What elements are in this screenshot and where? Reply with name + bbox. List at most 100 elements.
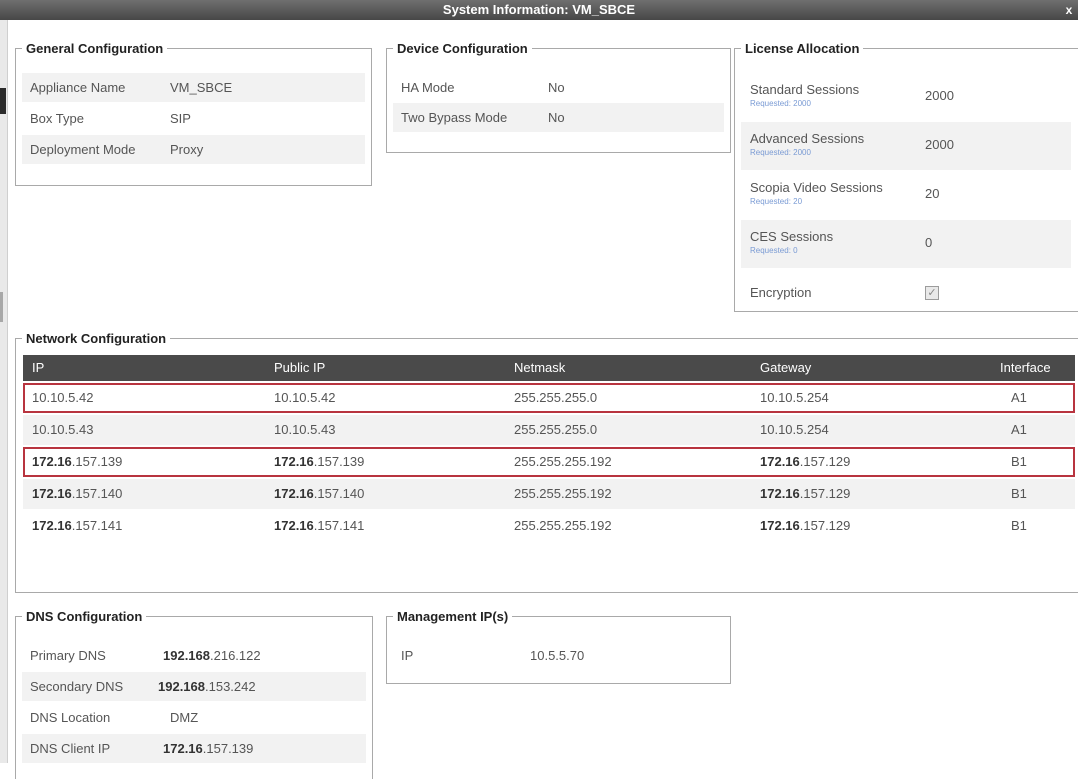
table-row[interactable]: 172.16.157.141 172.16.157.141 255.255.25… bbox=[23, 511, 1075, 541]
general-row-label: Appliance Name bbox=[30, 80, 126, 95]
license-value: 2000 bbox=[925, 137, 954, 152]
column-header-ip[interactable]: IP bbox=[32, 355, 44, 381]
cell-ip-suffix: 10.10.5.42 bbox=[32, 390, 94, 405]
general-configuration-panel: General Configuration Appliance Name VM_… bbox=[15, 41, 372, 186]
license-value: 2000 bbox=[925, 88, 954, 103]
encryption-row: Encryption ✓ bbox=[741, 269, 1071, 317]
general-row-value: Proxy bbox=[170, 142, 204, 157]
cell-public-ip-suffix: 10.10.5.43 bbox=[274, 422, 336, 437]
management-row-value: 10.5.5.70 bbox=[530, 648, 585, 663]
license-row: Standard Sessions Requested: 2000 2000 bbox=[741, 73, 1071, 121]
cell-public-ip: 172.16.157.139 bbox=[274, 447, 364, 477]
management-row: IP 10.5.5.70 bbox=[393, 641, 724, 670]
cell-ip-suffix: .157.141 bbox=[71, 518, 123, 533]
cell-ip: 10.10.5.43 bbox=[32, 415, 93, 445]
cell-gateway: 172.16.157.129 bbox=[760, 447, 850, 477]
general-row: Deployment Mode Proxy bbox=[22, 135, 365, 164]
general-row-label: Deployment Mode bbox=[30, 142, 136, 157]
dns-configuration-legend: DNS Configuration bbox=[26, 609, 143, 624]
cell-public-ip-suffix: .157.140 bbox=[313, 486, 365, 501]
table-row[interactable]: 172.16.157.140 172.16.157.140 255.255.25… bbox=[23, 479, 1075, 509]
cell-gateway: 172.16.157.129 bbox=[760, 479, 850, 509]
management-ip-legend: Management IP(s) bbox=[397, 609, 509, 624]
general-row-value: VM_SBCE bbox=[170, 80, 233, 95]
cell-interface: A1 bbox=[1011, 390, 1027, 405]
device-row: HA Mode No bbox=[393, 73, 724, 102]
left-edge-mark bbox=[0, 88, 6, 114]
cell-public-ip-suffix: 10.10.5.42 bbox=[274, 390, 336, 405]
cell-gateway-suffix: 10.10.5.254 bbox=[760, 390, 829, 405]
management-ip-panel: Management IP(s) IP 10.5.5.70 bbox=[386, 609, 731, 684]
device-row-value: No bbox=[548, 110, 565, 125]
close-icon[interactable]: x bbox=[1062, 0, 1076, 20]
dns-row-label: Secondary DNS bbox=[30, 679, 124, 694]
column-header-netmask[interactable]: Netmask bbox=[514, 355, 565, 381]
license-allocation-panel: License Allocation Standard Sessions Req… bbox=[734, 41, 1078, 312]
cell-public-ip-prefix: 172.16 bbox=[274, 486, 314, 501]
column-header-gateway[interactable]: Gateway bbox=[760, 355, 811, 381]
network-configuration-legend: Network Configuration bbox=[26, 331, 167, 346]
cell-netmask: 255.255.255.192 bbox=[514, 486, 612, 501]
dns-configuration-panel: DNS Configuration Primary DNS 192.168.21… bbox=[15, 609, 373, 779]
dns-value-suffix: .153.242 bbox=[205, 679, 256, 694]
license-value: 0 bbox=[925, 235, 933, 250]
cell-gateway-prefix: 172.16 bbox=[760, 454, 800, 469]
cell-gateway-suffix: .157.129 bbox=[799, 486, 851, 501]
cell-netmask: 255.255.255.0 bbox=[514, 390, 598, 405]
license-requested: Requested: 2000 bbox=[750, 148, 811, 157]
device-configuration-legend: Device Configuration bbox=[397, 41, 528, 56]
cell-ip: 172.16.157.141 bbox=[32, 511, 122, 541]
table-row[interactable]: 10.10.5.43 10.10.5.43 255.255.255.0 10.1… bbox=[23, 415, 1075, 445]
general-row-value: SIP bbox=[170, 111, 191, 126]
cell-gateway-suffix: 10.10.5.254 bbox=[760, 422, 829, 437]
license-name: CES Sessions bbox=[750, 229, 834, 244]
general-configuration-legend: General Configuration bbox=[26, 41, 164, 56]
dns-row-label: DNS Client IP bbox=[30, 741, 111, 756]
device-row-label: Two Bypass Mode bbox=[401, 110, 508, 125]
encryption-label: Encryption bbox=[750, 285, 812, 300]
cell-interface: B1 bbox=[1011, 518, 1027, 533]
cell-ip-prefix: 172.16 bbox=[32, 454, 72, 469]
table-row[interactable]: 10.10.5.42 10.10.5.42 255.255.255.0 10.1… bbox=[23, 383, 1075, 413]
device-row: Two Bypass Mode No bbox=[393, 103, 724, 132]
license-row: Advanced Sessions Requested: 2000 2000 bbox=[741, 122, 1071, 170]
cell-ip-prefix: 172.16 bbox=[32, 486, 72, 501]
network-table-header: IP Public IP Netmask Gateway Interface bbox=[23, 355, 1075, 381]
dns-value-suffix: .157.139 bbox=[202, 741, 254, 756]
device-row-label: HA Mode bbox=[401, 80, 455, 95]
window-titlebar: System Information: VM_SBCE x bbox=[0, 0, 1078, 20]
dns-row-label: DNS Location bbox=[30, 710, 111, 725]
cell-netmask: 255.255.255.0 bbox=[514, 422, 598, 437]
cell-public-ip: 172.16.157.141 bbox=[274, 511, 364, 541]
device-configuration-panel: Device Configuration HA Mode No Two Bypa… bbox=[386, 41, 731, 153]
cell-gateway: 10.10.5.254 bbox=[760, 383, 829, 413]
cell-ip: 172.16.157.139 bbox=[32, 447, 122, 477]
cell-public-ip-prefix: 172.16 bbox=[274, 518, 314, 533]
encryption-checkbox[interactable]: ✓ bbox=[925, 286, 939, 300]
cell-interface: B1 bbox=[1011, 486, 1027, 501]
cell-public-ip: 172.16.157.140 bbox=[274, 479, 364, 509]
cell-public-ip-prefix: 172.16 bbox=[274, 454, 314, 469]
license-row: CES Sessions Requested: 0 0 bbox=[741, 220, 1071, 268]
dns-value-suffix: DMZ bbox=[170, 710, 199, 725]
cell-interface: A1 bbox=[1011, 422, 1027, 437]
table-row[interactable]: 172.16.157.139 172.16.157.139 255.255.25… bbox=[23, 447, 1075, 477]
cell-gateway-suffix: .157.129 bbox=[799, 518, 851, 533]
cell-public-ip: 10.10.5.43 bbox=[274, 415, 335, 445]
license-value: 20 bbox=[925, 186, 940, 201]
dns-row: DNS Client IP 172.16.157.139 bbox=[22, 734, 366, 763]
device-row-value: No bbox=[548, 80, 565, 95]
dns-row: Primary DNS 192.168.216.122 bbox=[22, 641, 366, 670]
left-edge-mark-secondary bbox=[0, 292, 3, 322]
cell-public-ip-suffix: .157.139 bbox=[313, 454, 365, 469]
management-row-label: IP bbox=[401, 648, 414, 663]
dns-value-suffix: .216.122 bbox=[210, 648, 261, 663]
dns-row-label: Primary DNS bbox=[30, 648, 106, 663]
license-requested: Requested: 2000 bbox=[750, 99, 811, 108]
cell-ip-suffix: 10.10.5.43 bbox=[32, 422, 94, 437]
dns-row: Secondary DNS 192.168.153.242 bbox=[22, 672, 366, 701]
license-name: Scopia Video Sessions bbox=[750, 180, 883, 195]
column-header-interface[interactable]: Interface bbox=[1000, 355, 1051, 381]
left-edge bbox=[0, 20, 8, 763]
column-header-public-ip[interactable]: Public IP bbox=[274, 355, 325, 381]
